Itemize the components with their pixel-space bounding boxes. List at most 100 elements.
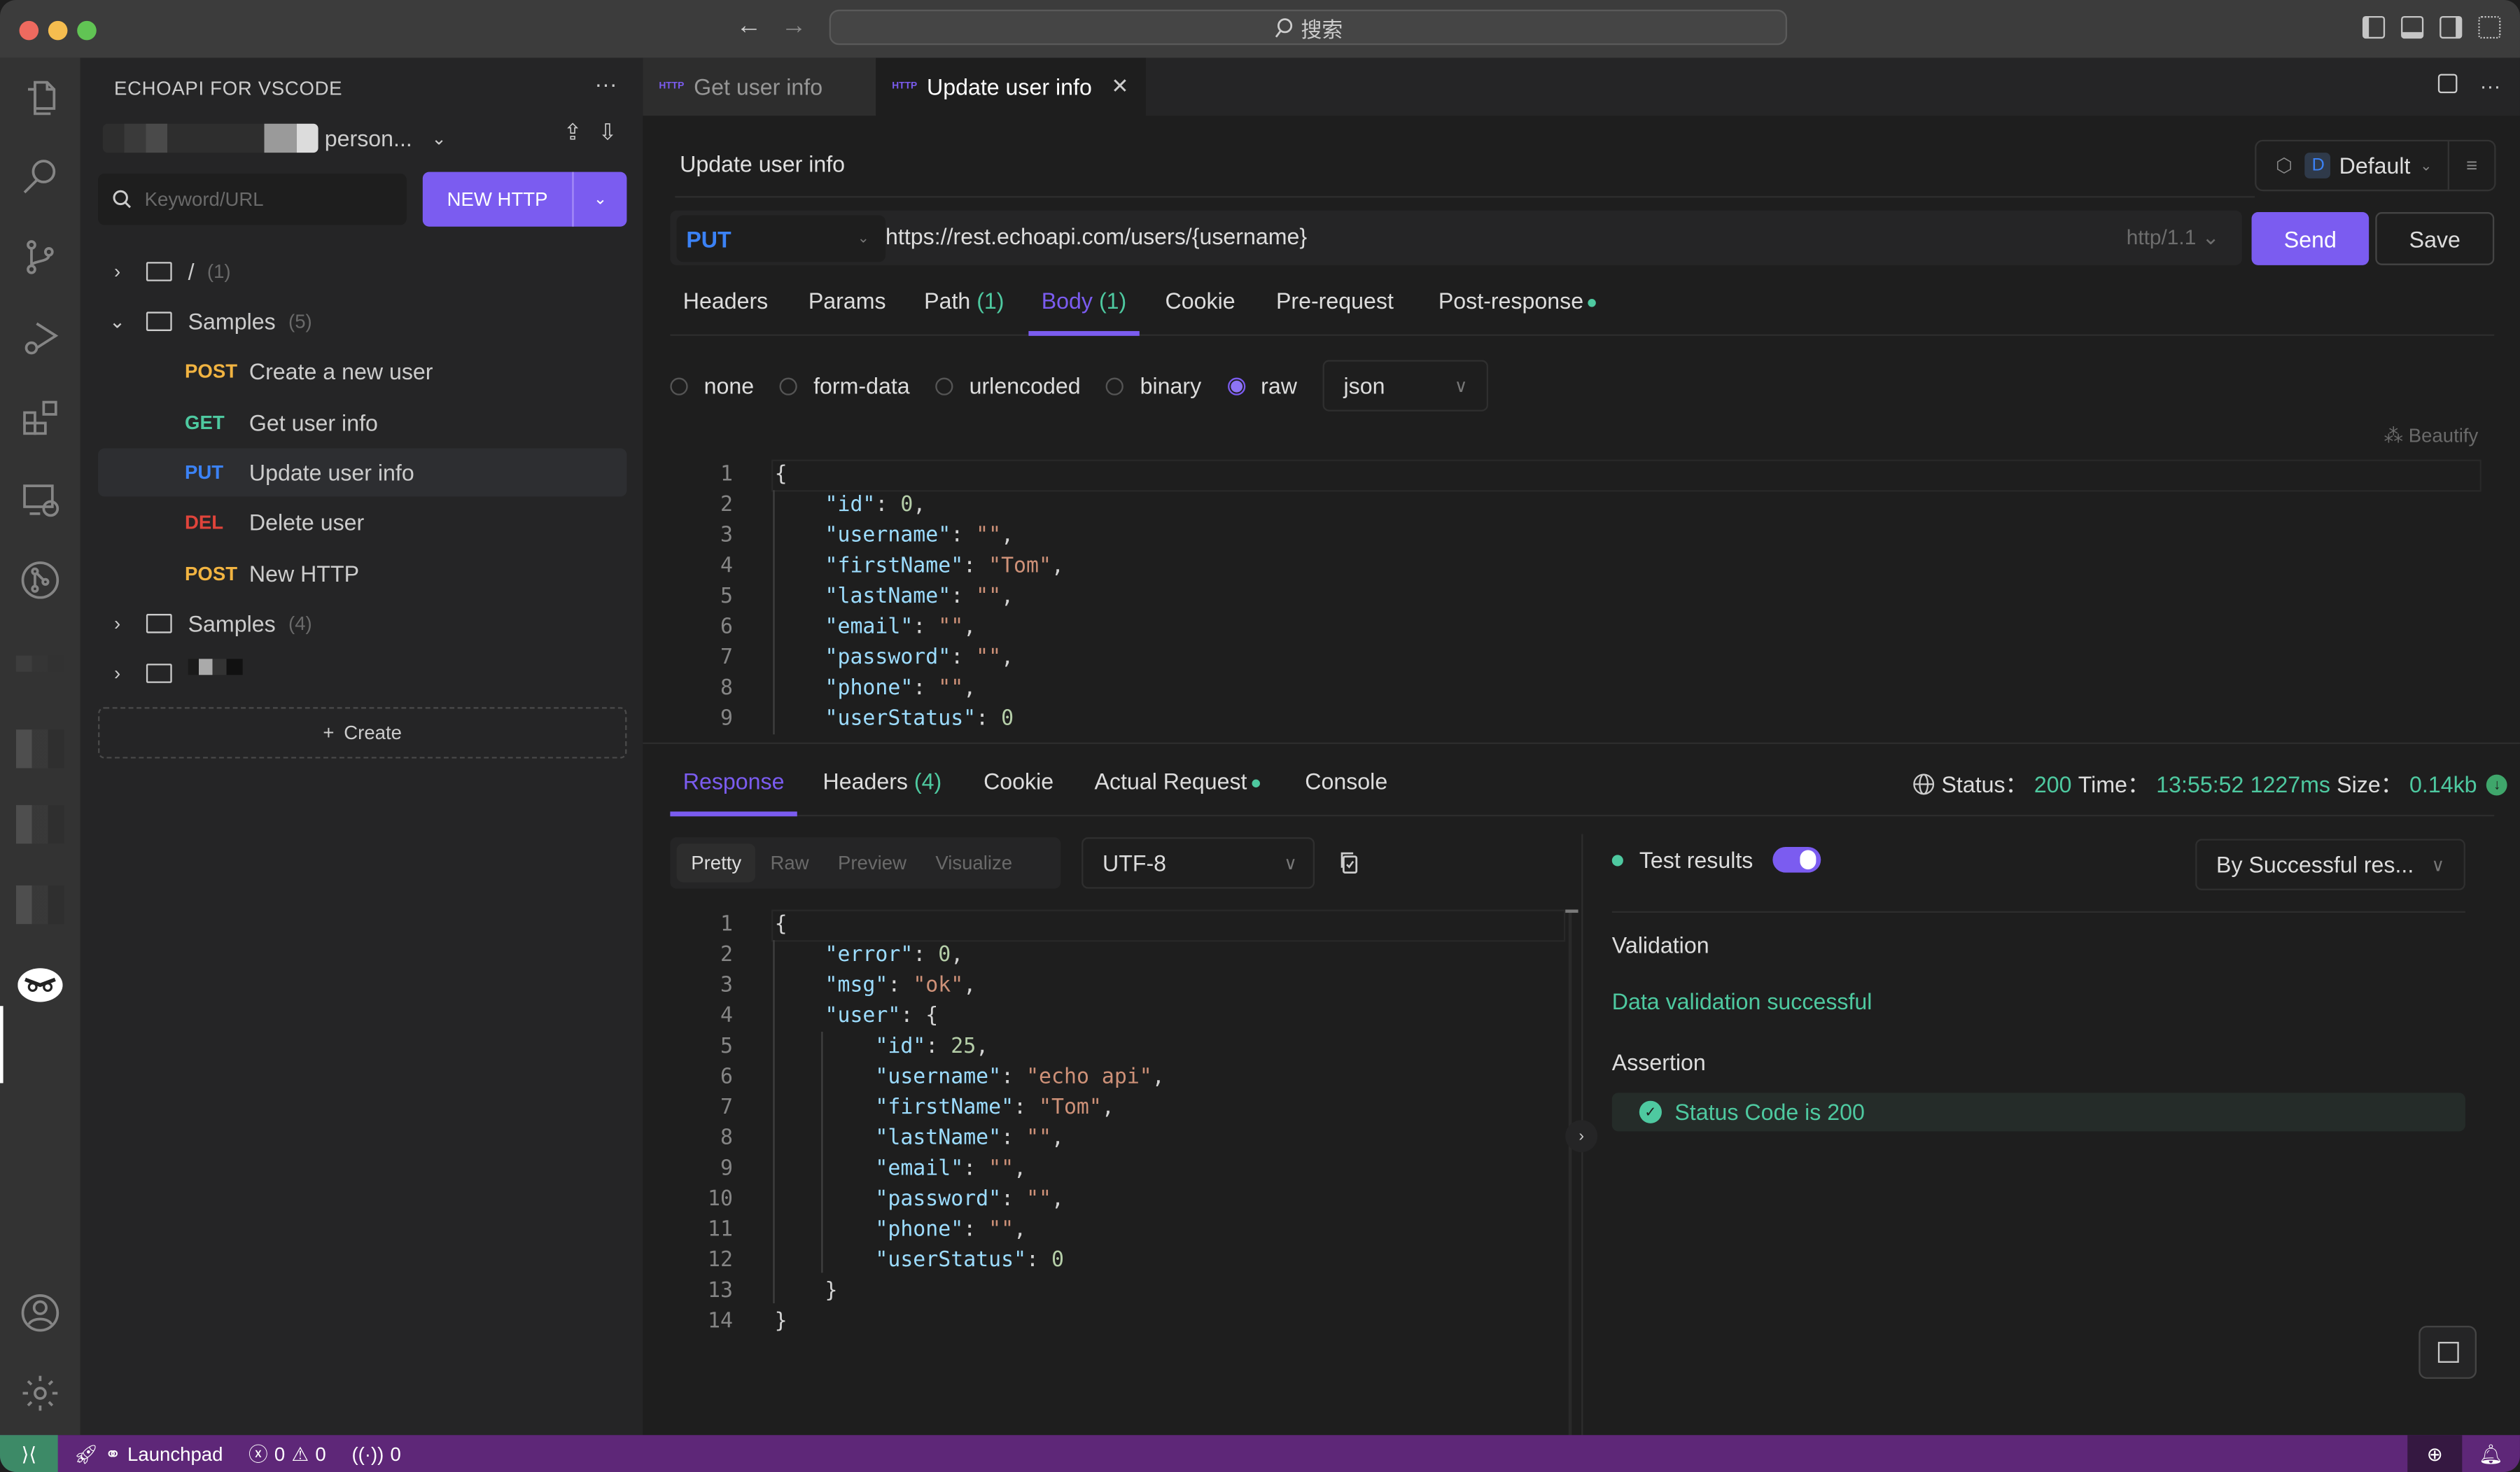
test-results-toggle[interactable] (1772, 846, 1821, 873)
tab-body[interactable]: Body (1) (1042, 288, 1127, 314)
notifications-bell-icon[interactable]: 🔔︎ (2462, 1435, 2520, 1472)
response-body-viewer[interactable]: 1{2 "error": 0, 3 "msg": "ok", 4 "user": {… (672, 909, 1572, 1343)
request-body-editor[interactable]: 1{2 "id": 0, 3 "username": "", 4 "firstNam… (672, 460, 2488, 736)
toggle-secondary-sidebar-icon[interactable] (2440, 15, 2463, 39)
radio-binary[interactable]: binary (1106, 373, 1201, 398)
tree-folder-root[interactable]: › / (1) (98, 248, 626, 296)
new-http-dropdown-icon[interactable]: ⌄ (574, 172, 627, 227)
accounts-icon[interactable] (16, 1289, 64, 1337)
tab-path[interactable]: Path (1) (924, 288, 1004, 314)
new-http-split-button: NEW HTTP ⌄ (422, 171, 627, 227)
close-icon[interactable]: ✕ (1111, 74, 1128, 100)
keyword-search-input[interactable] (141, 186, 389, 213)
cloud-upload-icon[interactable]: ⇪ (564, 119, 582, 146)
download-icon[interactable]: ↓ (2486, 773, 2508, 795)
tab-post-response[interactable]: Post-response (1438, 288, 1597, 314)
back-arrow-icon[interactable]: ← (736, 13, 762, 41)
copy-icon[interactable] (1337, 850, 1361, 874)
tree-folder-redacted[interactable]: › (98, 650, 626, 698)
method-select[interactable]: PUT ⌄ (676, 215, 886, 262)
view-mode-raw[interactable]: Raw (756, 843, 823, 882)
save-button[interactable]: Save (2375, 212, 2495, 265)
send-button[interactable]: Send (2251, 212, 2370, 265)
create-button[interactable]: + Create (98, 707, 627, 759)
tree-request-item[interactable]: GET Get user info (98, 398, 626, 447)
environment-settings-icon[interactable]: ⬡ (2276, 154, 2292, 176)
workspace-selector[interactable]: person... ⌄ ⇪ ⇩ (102, 119, 617, 157)
tree-request-item-selected[interactable]: PUT Update user info (98, 448, 627, 497)
zoom-in-icon[interactable]: ⊕ (2407, 1435, 2463, 1472)
more-actions-icon[interactable]: ··· (2480, 74, 2501, 98)
tree-folder-samples[interactable]: ⌄ Samples (5) (98, 297, 626, 346)
hidden-extension-icon[interactable] (15, 655, 64, 672)
extensions-icon[interactable] (16, 393, 64, 442)
tab-cookie[interactable]: Cookie (1166, 288, 1236, 314)
close-window-button[interactable] (19, 20, 39, 41)
layout-panel-button[interactable] (2418, 1326, 2477, 1379)
command-center-search[interactable]: 搜索 (829, 9, 1788, 45)
tab-get-user-info[interactable]: HTTP Get user info (643, 57, 876, 116)
tab-pre-request[interactable]: Pre-request (1276, 288, 1394, 314)
code-text: "id": 25, (875, 1035, 989, 1059)
collapse-tests-chevron-icon[interactable]: › (1565, 1120, 1598, 1153)
tab-response[interactable]: Response (683, 768, 785, 794)
maximize-window-button[interactable] (77, 20, 97, 41)
toggle-panel-icon[interactable] (2401, 15, 2424, 39)
split-editor-icon[interactable] (2437, 73, 2458, 94)
radio-raw[interactable]: raw (1226, 373, 1297, 398)
launchpad-item[interactable]: 🚀︎ ⚭ Launchpad (74, 1443, 223, 1465)
ports-item[interactable]: ((·)) 0 (351, 1443, 400, 1465)
remote-indicator-icon[interactable]: ⟩⟨ (0, 1435, 58, 1472)
protocol-select[interactable]: http/1.1 ⌄ (2127, 225, 2220, 251)
tree-request-item[interactable]: DEL Delete user (98, 498, 626, 547)
radio-none[interactable]: none (670, 373, 754, 398)
explorer-icon[interactable] (16, 74, 64, 122)
new-http-button[interactable]: NEW HTTP (423, 171, 574, 227)
more-actions-icon[interactable]: ··· (594, 71, 617, 97)
tab-response-headers[interactable]: Headers (4) (823, 768, 942, 794)
tree-request-item[interactable]: POST New HTTP (98, 549, 626, 598)
echoapi-owl-icon[interactable] (16, 961, 64, 1009)
radio-urlencoded[interactable]: urlencoded (935, 373, 1081, 398)
environment-menu-icon[interactable]: ≡ (2447, 141, 2495, 190)
tree-request-item[interactable]: POST Create a new user (98, 347, 626, 395)
panel-splitter[interactable] (643, 742, 2520, 745)
hidden-extension-icon[interactable] (15, 729, 64, 769)
tab-update-user-info[interactable]: HTTP Update user info ✕ (876, 57, 1146, 116)
view-mode-pretty[interactable]: Pretty (676, 843, 756, 883)
search-icon[interactable] (16, 153, 64, 201)
view-mode-visualize[interactable]: Visualize (921, 843, 1027, 882)
http-icon: HTTP (659, 82, 685, 92)
keyword-search-field[interactable] (98, 173, 407, 225)
manage-gear-icon[interactable] (16, 1369, 64, 1417)
tab-headers[interactable]: Headers (683, 288, 769, 314)
remote-explorer-icon[interactable] (16, 476, 64, 524)
status-dot (1588, 298, 1597, 307)
customize-layout-icon[interactable] (2478, 15, 2501, 39)
encoding-select[interactable]: UTF-8 ∨ (1082, 837, 1315, 889)
plug-icon: ⚭ (104, 1442, 121, 1465)
forward-arrow-icon[interactable]: → (781, 13, 807, 41)
beautify-button[interactable]: ⁂ Beautify (2384, 424, 2479, 447)
toggle-primary-sidebar-icon[interactable] (2362, 15, 2386, 39)
source-control-icon[interactable] (16, 233, 64, 281)
test-filter-select[interactable]: By Successful res... ∨ (2195, 839, 2465, 890)
tab-params[interactable]: Params (808, 288, 886, 314)
environment-selector[interactable]: ⬡ D Default ⌄ ≡ (2255, 139, 2496, 192)
minimize-window-button[interactable] (48, 20, 68, 41)
url-input[interactable] (882, 221, 2014, 251)
radio-form-data[interactable]: form-data (779, 373, 910, 398)
tab-console[interactable]: Console (1305, 768, 1387, 794)
hidden-extension-icon[interactable] (15, 805, 64, 844)
cloud-download-icon[interactable]: ⇩ (598, 119, 617, 146)
tree-folder-samples-2[interactable]: › Samples (4) (98, 599, 626, 647)
code-line: 6 "email": "", (672, 612, 2488, 643)
problems-item[interactable]: ⓧ 0 ⚠ 0 (248, 1440, 326, 1467)
raw-format-select[interactable]: json ∨ (1322, 360, 1489, 412)
tab-response-cookie[interactable]: Cookie (983, 768, 1054, 794)
run-debug-icon[interactable] (16, 314, 64, 362)
view-mode-preview[interactable]: Preview (823, 843, 920, 882)
tab-actual-request[interactable]: Actual Request (1095, 768, 1260, 794)
hidden-extension-icon[interactable] (15, 885, 64, 925)
git-graph-icon[interactable] (16, 556, 64, 604)
